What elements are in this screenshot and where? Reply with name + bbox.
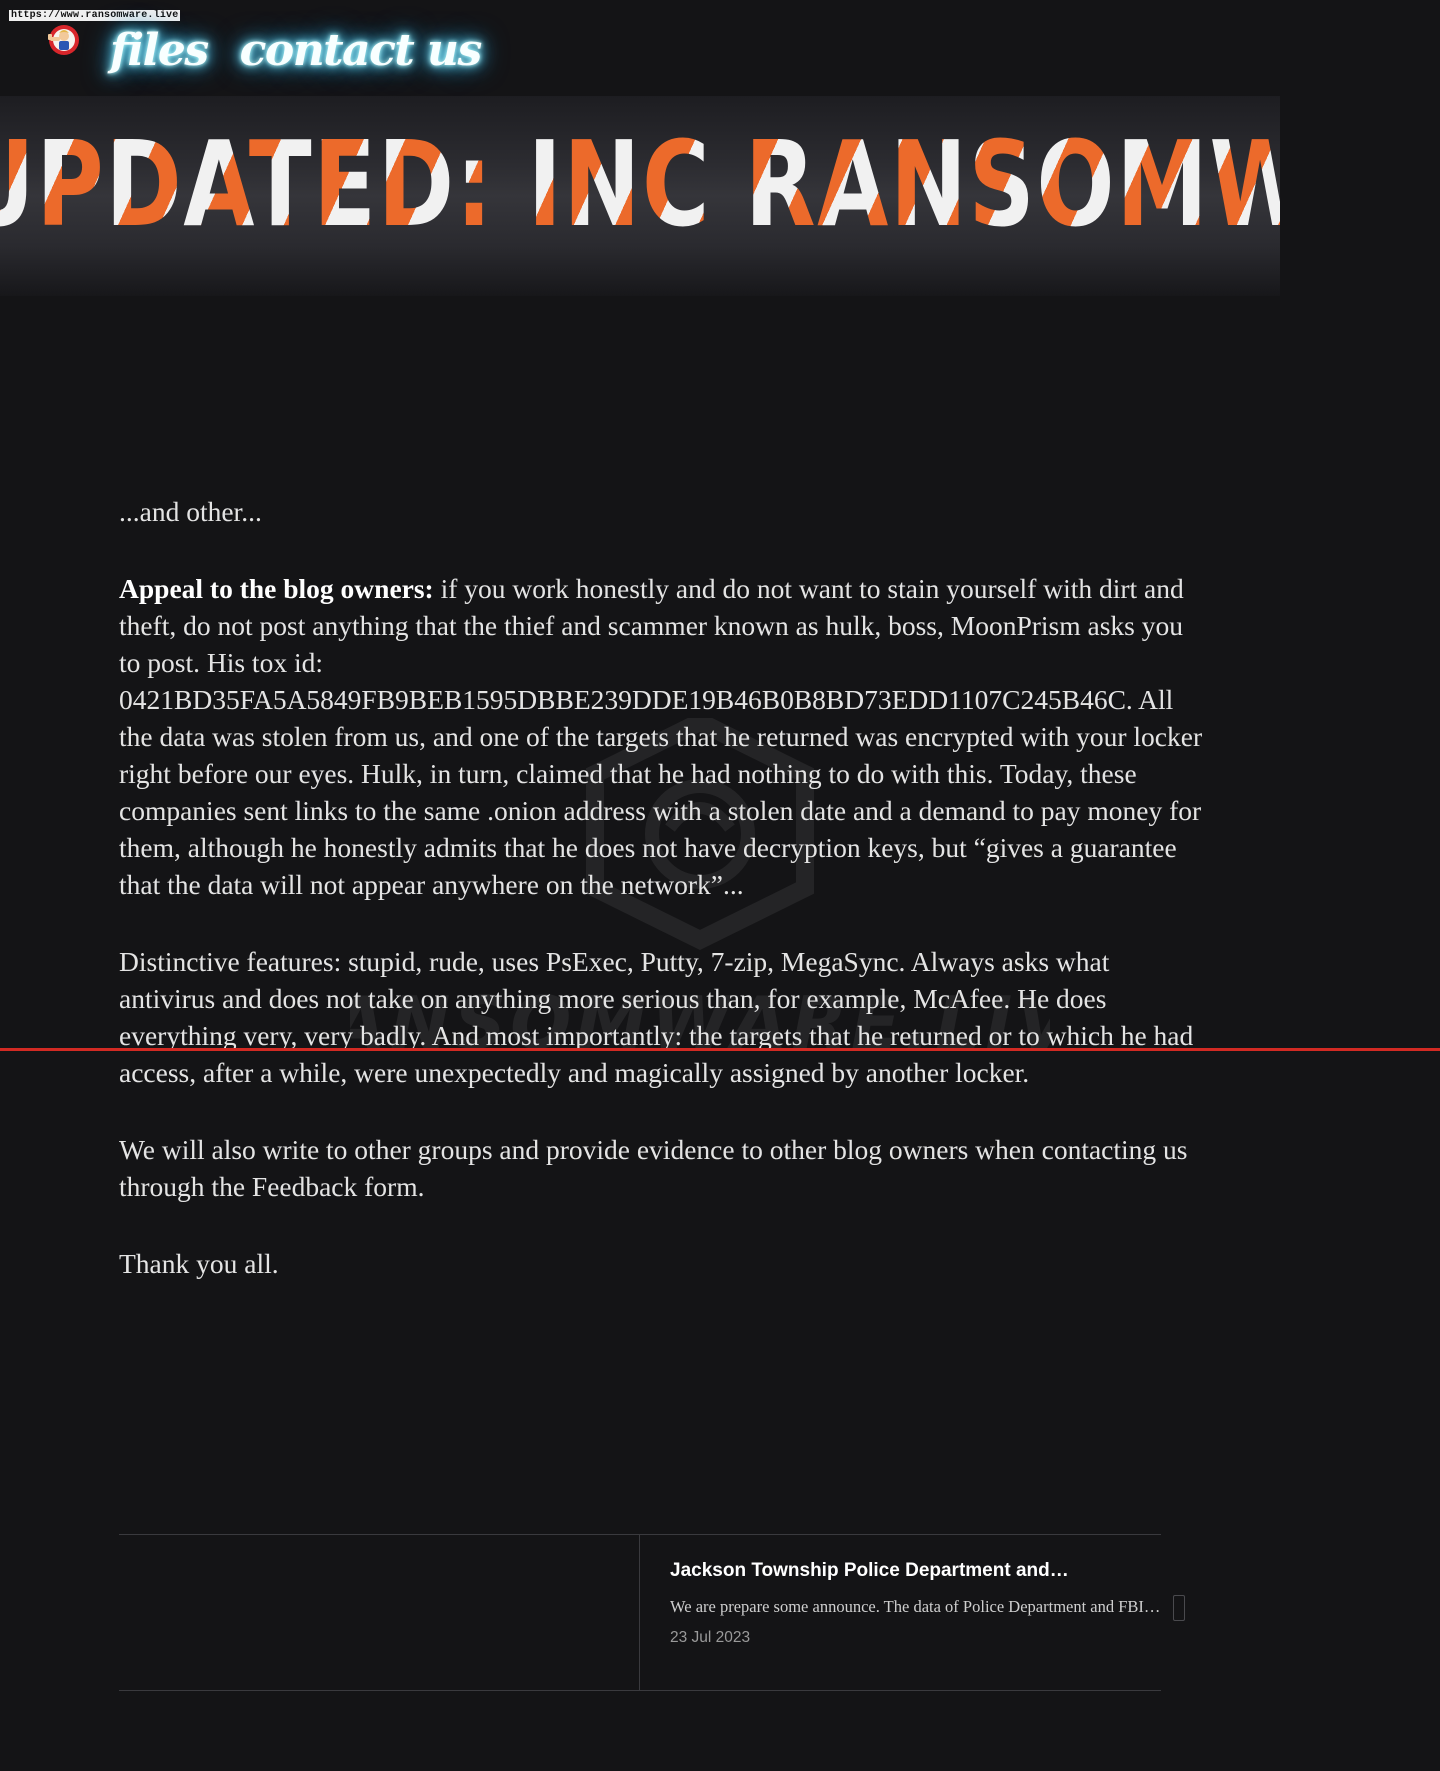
- next-post-excerpt: We are prepare some announce. The data o…: [670, 1597, 1161, 1616]
- next-post-date: 23 Jul 2023: [670, 1629, 751, 1646]
- page-title: UPDATED: INC RANSOMWARE...: [0, 116, 1280, 252]
- pager-divider: [639, 1535, 640, 1690]
- nav-files-link[interactable]: files: [110, 20, 209, 82]
- vault-boy-mascot-icon: [48, 25, 79, 55]
- appeal-text: if you work honestly and do not want to …: [119, 573, 1203, 900]
- chevron-right-icon[interactable]: [1173, 1595, 1185, 1621]
- paragraph-intro: ...and other...: [119, 496, 262, 527]
- next-post-card[interactable]: Jackson Township Police Department and… …: [670, 1559, 1165, 1647]
- nav-contact-link[interactable]: contact us: [240, 20, 483, 82]
- paragraph-groups: We will also write to other groups and p…: [119, 1134, 1188, 1202]
- paragraph-features: Distinctive features: stupid, rude, uses…: [119, 946, 1194, 1088]
- appeal-label: Appeal to the blog owners:: [119, 573, 434, 604]
- paragraph-appeal: Appeal to the blog owners: if you work h…: [119, 570, 1209, 903]
- next-post-title: Jackson Township Police Department and…: [670, 1560, 1069, 1581]
- hero-banner: UPDATED: INC RANSOMWARE...: [0, 96, 1280, 296]
- post-navigation: Jackson Township Police Department and… …: [119, 1534, 1185, 1691]
- red-divider-line: [0, 1048, 1440, 1051]
- paragraph-thanks: Thank you all.: [119, 1248, 279, 1279]
- main-nav: files contact us: [110, 20, 483, 82]
- article-body: ...and other... Appeal to the blog owner…: [119, 493, 1209, 1322]
